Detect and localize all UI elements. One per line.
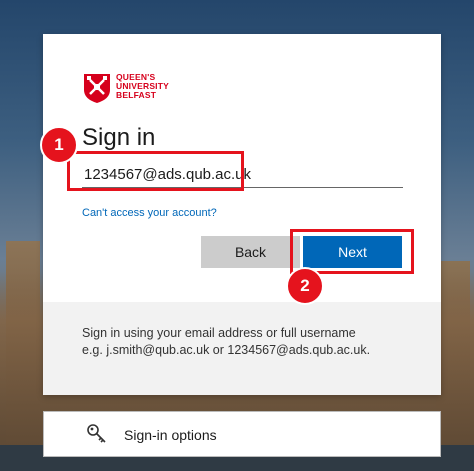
info-line-2: e.g. j.smith@qub.ac.uk or 1234567@ads.qu… [82,343,371,357]
step-badge-1: 1 [40,126,78,164]
info-line-1: Sign in using your email address or full… [82,326,356,340]
info-panel: Sign in using your email address or full… [43,302,441,395]
page-title: Sign in [82,124,156,151]
university-logo: QUEEN'S UNIVERSITY BELFAST [82,70,202,104]
back-button[interactable]: Back [201,236,300,268]
cant-access-link[interactable]: Can't access your account? [82,207,217,219]
email-highlight [67,151,244,191]
logo-text-line3: BELFAST [116,90,157,100]
signin-card: QUEEN'S UNIVERSITY BELFAST Sign in Can't… [43,34,441,395]
key-icon [87,424,106,443]
info-text: Sign in using your email address or full… [82,325,427,359]
signin-options-button[interactable]: Sign-in options [43,411,441,457]
crest-icon [84,74,110,103]
step-badge-2: 2 [286,267,324,305]
signin-options-label: Sign-in options [124,427,217,443]
